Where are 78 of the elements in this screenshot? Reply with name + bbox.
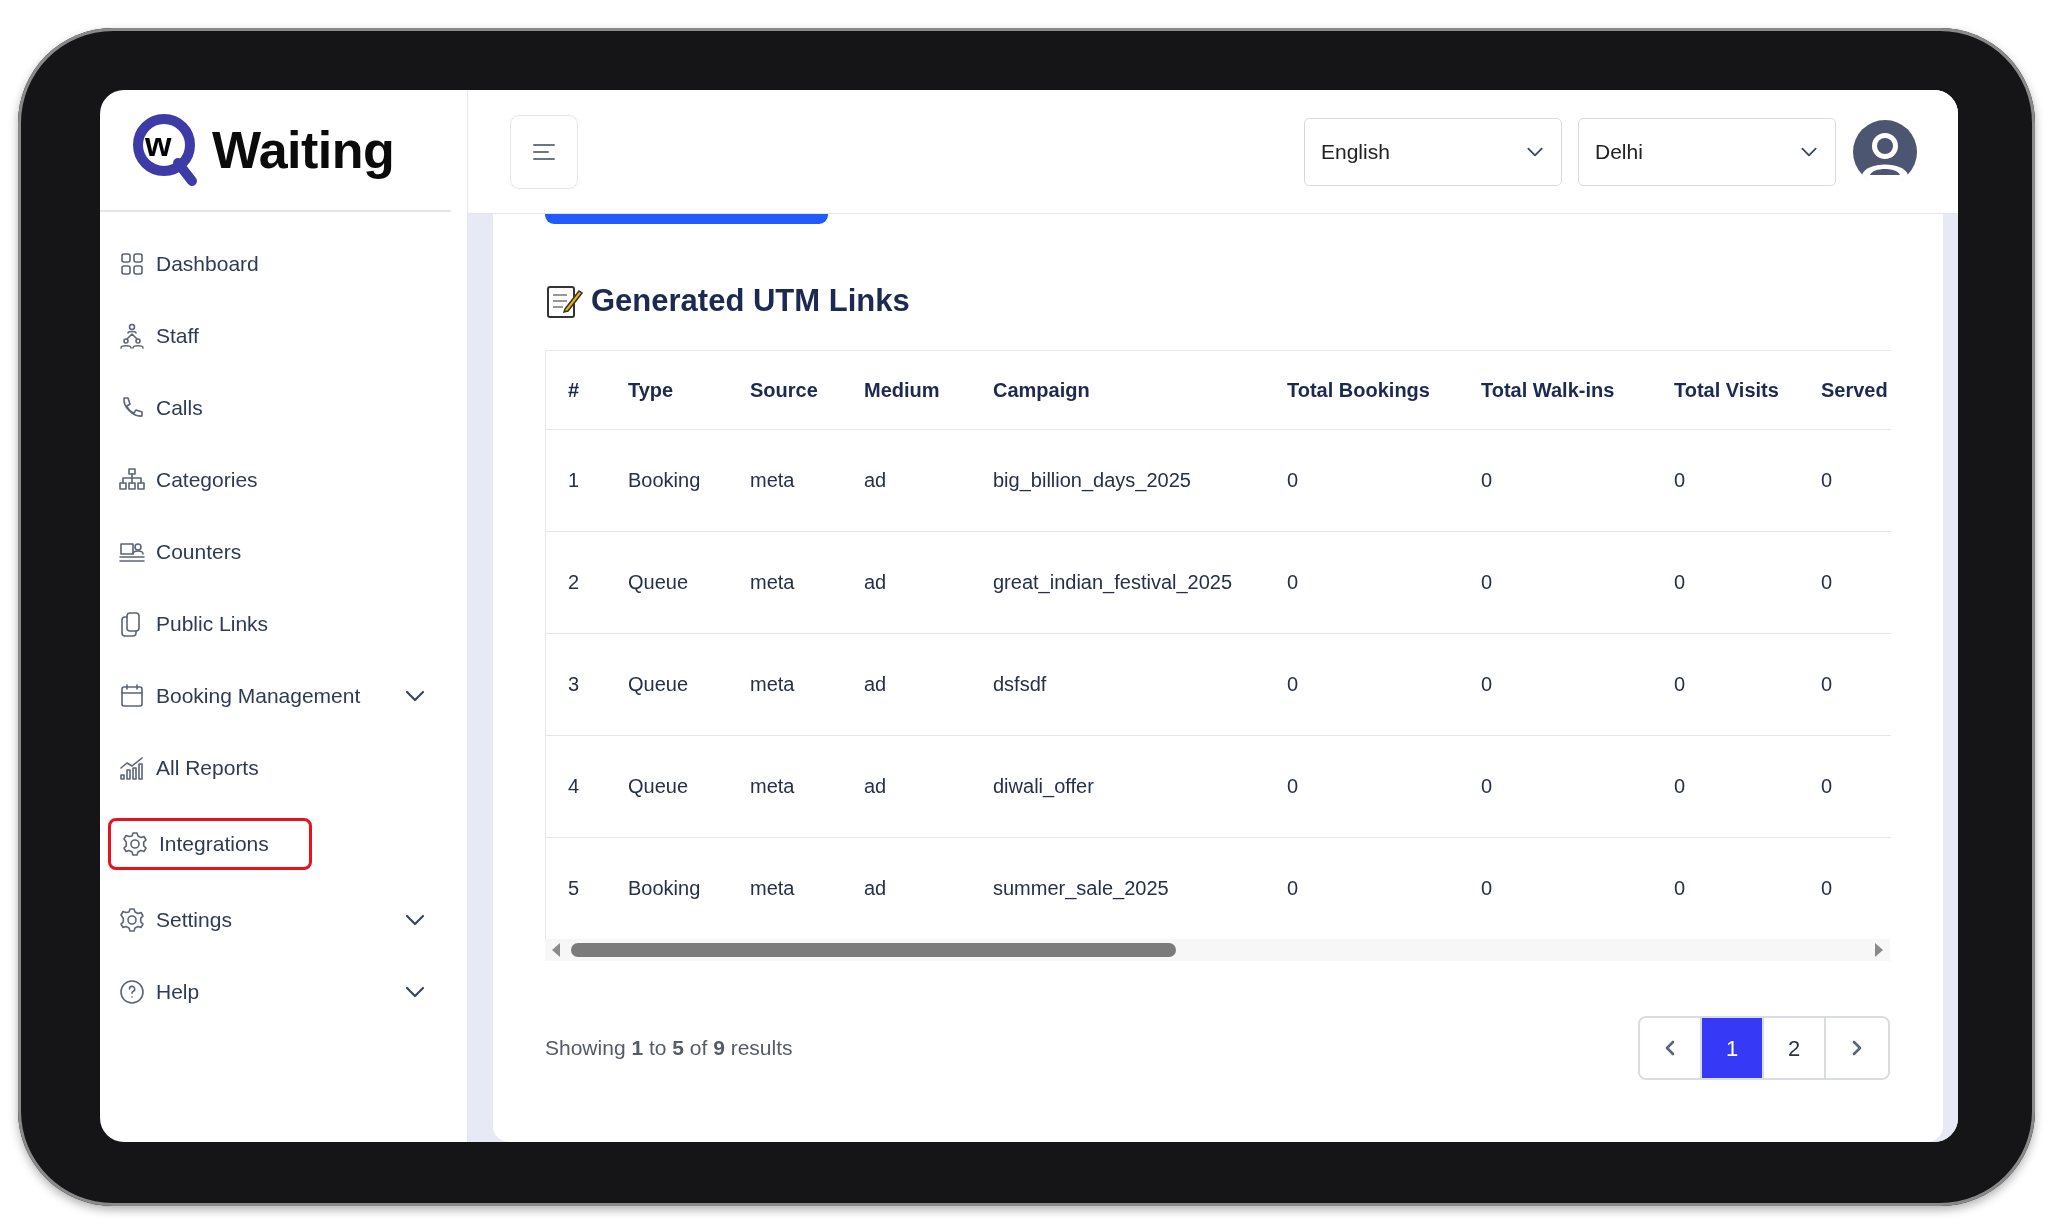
table-cell: dsfsdf [971,633,1265,735]
logo-text: Waiting [212,120,395,181]
settings-icon [118,906,146,934]
cut-off-button[interactable] [545,214,828,224]
table-cell: Queue [606,633,728,735]
previous-page-button[interactable] [1640,1018,1702,1078]
scroll-right-icon [1874,943,1884,957]
table-cell: big_billion_days_2025 [971,429,1265,531]
table-cell: meta [728,531,842,633]
sidebar-item[interactable]: Counters [100,516,467,588]
table-cell: ad [842,735,971,837]
results-summary: Showing 1 to 5 of 9 results [545,1035,793,1062]
table-cell: 0 [1265,633,1459,735]
sidebar-item[interactable]: Dashboard [100,228,467,300]
table-cell: 0 [1459,531,1652,633]
page-button[interactable]: 1 [1702,1018,1764,1078]
column-header: Total Bookings [1265,351,1459,429]
people-icon [118,322,146,350]
calendar-icon [118,682,146,710]
table-cell: 0 [1265,531,1459,633]
table-cell: diwali_offer [971,735,1265,837]
table-cell: great_indian_festival_2025 [971,531,1265,633]
gear-icon [121,830,149,858]
column-header: Medium [842,351,971,429]
sidebar-item[interactable]: Booking Management [100,660,467,732]
sidebar-item[interactable]: All Reports [100,732,467,804]
table-cell: Booking [606,429,728,531]
sidebar-item[interactable]: Categories [100,444,467,516]
location-select[interactable]: Delhi [1578,117,1836,186]
table-cell: 0 [1652,429,1801,531]
logo-letter: w [145,127,172,161]
table-cell: ad [842,531,971,633]
table-cell: 0 [1265,735,1459,837]
table-cell: 0 [1459,633,1652,735]
column-header: Type [606,351,728,429]
sidebar-item[interactable]: Staff [100,300,467,372]
table-cell: ad [842,429,971,531]
language-select[interactable]: English [1304,117,1562,186]
table-cell: 1 [546,429,606,531]
sidebar-item[interactable]: Integrations [108,818,312,870]
sidebar-item[interactable]: Settings [100,884,467,956]
sidebar-item[interactable]: Calls [100,372,467,444]
table-cell: 4 [546,735,606,837]
table-cell: 2 [546,531,606,633]
column-header: Source [728,351,842,429]
column-header: Total Walk-ins [1459,351,1652,429]
table-cell: 0 [1459,429,1652,531]
table-cell: meta [728,735,842,837]
column-header: # [546,351,606,429]
table-cell: 0 [1801,429,1891,531]
table-cell: 0 [1801,735,1891,837]
table-cell: Queue [606,531,728,633]
table-cell: 0 [1801,633,1891,735]
horizontal-scrollbar[interactable] [545,939,1890,961]
sidebar-item[interactable]: Public Links [100,588,467,660]
table-cell: meta [728,429,842,531]
table-cell: 0 [1801,531,1891,633]
grid-icon [118,250,146,278]
table-cell: 0 [1652,735,1801,837]
column-header: Total Visits [1652,351,1801,429]
scrollbar-thumb[interactable] [571,943,1176,957]
sidebar-item[interactable]: Help [100,956,467,1028]
column-header: Campaign [971,351,1265,429]
help-icon [118,978,146,1006]
bar-chart-icon [118,754,146,782]
menu-button[interactable] [510,114,578,189]
table-cell: ad [842,633,971,735]
section-title: Generated UTM Links [591,282,910,320]
table-cell: 0 [1265,429,1459,531]
table-cell: 0 [1459,735,1652,837]
table-cell: 0 [1652,633,1801,735]
table-cell: meta [728,633,842,735]
table-cell: 3 [546,633,606,735]
scroll-left-icon [551,943,561,957]
table-cell: Queue [606,735,728,837]
column-header: Served [1801,351,1891,429]
avatar-icon [1852,118,1918,185]
table-cell: 0 [1652,531,1801,633]
